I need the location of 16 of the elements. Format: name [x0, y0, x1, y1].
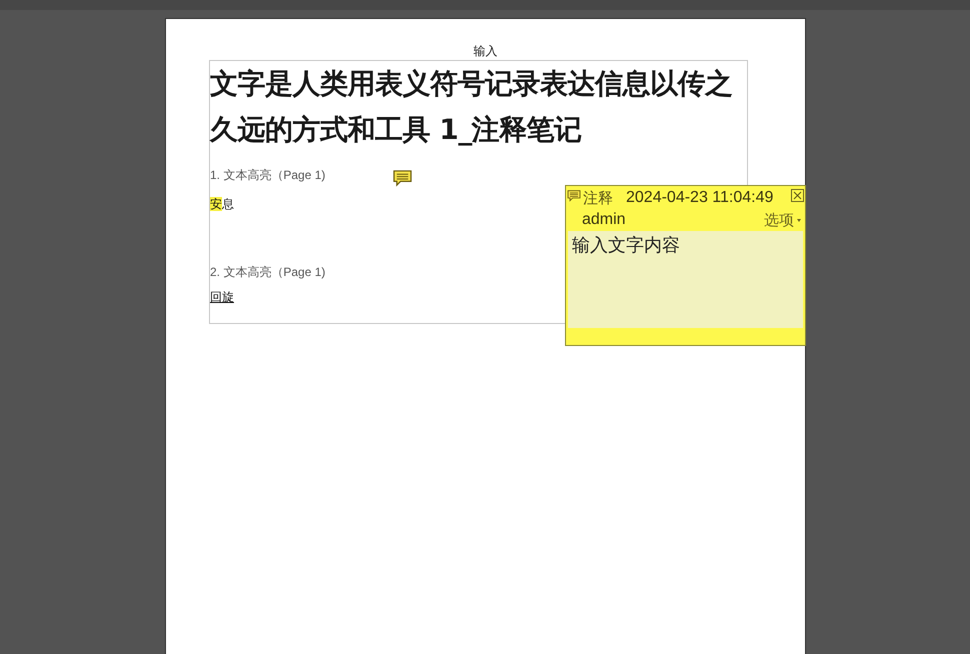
options-button[interactable]: 选项 [764, 208, 801, 232]
annotation-text: 安息 [210, 197, 234, 212]
comment-icon[interactable] [393, 170, 412, 187]
note-timestamp: 2024-04-23 11:04:49 [626, 188, 774, 208]
page-header: 输入 [472, 43, 498, 59]
close-icon [793, 190, 802, 200]
annotation-heading: 1. 文本高亮（Page 1) [210, 167, 326, 183]
comment-icon[interactable] [567, 190, 581, 202]
note-content-field[interactable]: 输入文字内容 [568, 231, 803, 328]
note-type: 注释 [583, 188, 613, 209]
annotation-text: 回旋 [210, 290, 234, 305]
note-author: admin [582, 210, 626, 230]
caret-icon [797, 218, 801, 222]
document-title: 文字是人类用表义符号记录表达信息以传之久远的方式和工具 1_注释笔记 [210, 66, 734, 148]
annotation-heading: 2. 文本高亮（Page 1) [210, 264, 326, 280]
close-button[interactable] [791, 188, 804, 202]
